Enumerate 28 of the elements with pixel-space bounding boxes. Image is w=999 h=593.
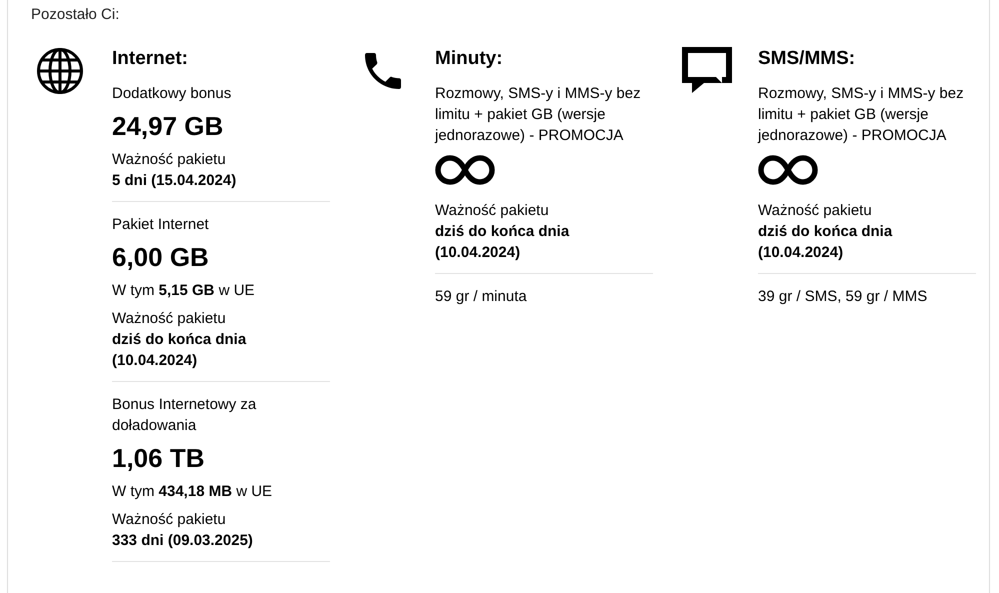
validity-date: dziś do końca dnia (10.04.2024) bbox=[758, 222, 894, 263]
price-info: 59 gr / minuta bbox=[435, 287, 528, 307]
section-title: SMS/MMS: bbox=[758, 47, 856, 71]
validity-label: Ważność pakietu bbox=[435, 201, 550, 221]
package-amount: 6,00 GB bbox=[112, 241, 210, 274]
validity-date: 5 dni (15.04.2024) bbox=[112, 171, 238, 191]
package-name: Bonus Internetowy za doładowania bbox=[112, 395, 258, 436]
validity-label: Ważność pakietu bbox=[758, 201, 873, 221]
price-info: 39 gr / SMS, 59 gr / MMS bbox=[758, 287, 928, 307]
chat-bubble-icon bbox=[682, 47, 732, 93]
section-title: Internet: bbox=[112, 47, 189, 71]
validity-label: Ważność pakietu bbox=[112, 510, 227, 530]
package-description: Rozmowy, SMS-y i MMS-y bez limitu + pakiet GB (wersje jednorazowe) - PROMOCJA bbox=[758, 84, 964, 146]
eu-usage-note: W tym 434,18 MB w UE bbox=[112, 482, 274, 502]
section-heading: Pozostało Ci: bbox=[31, 5, 120, 25]
validity-label: Ważność pakietu bbox=[112, 309, 227, 329]
section-title: Minuty: bbox=[435, 47, 504, 71]
package-name: Dodatkowy bonus bbox=[112, 84, 232, 104]
package-name: Pakiet Internet bbox=[112, 215, 210, 235]
globe-icon bbox=[36, 47, 84, 95]
validity-date: dziś do końca dnia (10.04.2024) bbox=[112, 330, 248, 371]
package-amount: 1,06 TB bbox=[112, 442, 206, 475]
package-amount: 24,97 GB bbox=[112, 110, 224, 143]
package-description: Rozmowy, SMS-y i MMS-y bez limitu + pakiet GB (wersje jednorazowe) - PROMOCJA bbox=[435, 84, 641, 146]
eu-usage-note: W tym 5,15 GB w UE bbox=[112, 281, 256, 301]
validity-date: dziś do końca dnia (10.04.2024) bbox=[435, 222, 570, 263]
validity-label: Ważność pakietu bbox=[112, 150, 227, 170]
validity-date: 333 dni (09.03.2025) bbox=[112, 531, 254, 551]
